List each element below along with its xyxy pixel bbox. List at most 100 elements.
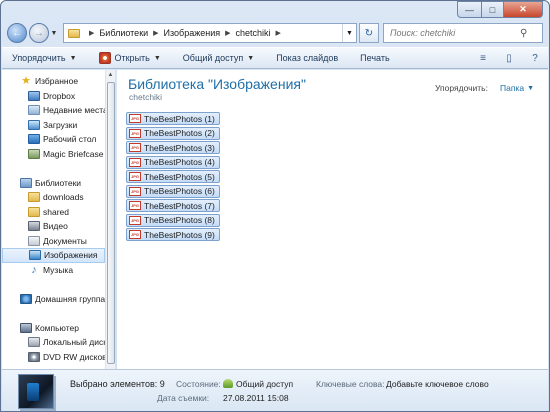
file-name: TheBestPhotos (4) [144, 157, 215, 167]
forward-button[interactable]: → [29, 23, 49, 43]
star-icon: ★ [21, 75, 31, 88]
file-item[interactable]: JPG TheBestPhotos (3) [126, 141, 220, 154]
file-name: TheBestPhotos (9) [144, 229, 215, 240]
share-button[interactable]: Общий доступ ▼ [183, 53, 254, 63]
minimize-button[interactable]: — [457, 1, 481, 18]
file-name: TheBestPhotos (6) [144, 186, 215, 196]
nav-item-dropbox[interactable]: Dropbox [2, 89, 105, 104]
chevron-down-icon: ▼ [69, 54, 77, 62]
nav-item-downloads[interactable]: Загрузки [2, 118, 105, 133]
library-title: Библиотека "Изображения" [128, 76, 306, 92]
jpg-file-icon: JPG [129, 157, 141, 167]
organize-label: Упорядочить [12, 53, 66, 63]
homegroup-icon [20, 293, 32, 304]
file-list-pane: Библиотека "Изображения" chetchiki Упоря… [117, 70, 548, 369]
keywords-value[interactable]: Добавьте ключевое слово [386, 379, 489, 389]
chevron-right-icon[interactable]: ▶ [89, 29, 94, 37]
address-dropdown[interactable]: ▼ [342, 24, 356, 42]
nav-item-video[interactable]: Видео [2, 219, 105, 234]
nav-libraries[interactable]: Библиотеки [2, 176, 105, 191]
video-library-icon [28, 221, 40, 232]
command-bar: Упорядочить ▼ Открыть ▼ Общий доступ ▼ П… [2, 47, 548, 69]
arrange-value[interactable]: Папка [500, 83, 524, 93]
chevron-down-icon: ▼ [153, 54, 161, 62]
search-box[interactable]: ⚲ [383, 23, 543, 43]
caption-buttons: — □ ✕ [457, 1, 543, 18]
slideshow-button[interactable]: Показ слайдов [276, 53, 338, 63]
share-label: Общий доступ [182, 53, 244, 63]
help-icon[interactable]: ? [522, 49, 548, 67]
breadcrumb-images[interactable]: Изображения [164, 28, 221, 38]
nav-item-images[interactable]: Изображения [2, 248, 105, 263]
dvd-drive-icon [28, 351, 40, 362]
nav-favorites[interactable]: ★ Избранное [2, 74, 105, 89]
address-bar[interactable]: ▶ Библиотеки ▶ Изображения ▶ chetchiki ▶… [63, 23, 357, 43]
nav-item-dvd-drive[interactable]: DVD RW дисково [2, 350, 105, 365]
nav-item-magic-briefcase[interactable]: Magic Briefcase [2, 147, 105, 162]
file-item[interactable]: JPG TheBestPhotos (1) [126, 112, 220, 125]
nav-scrollbar[interactable]: ▲ [105, 70, 115, 369]
search-input[interactable] [390, 28, 520, 38]
back-button[interactable]: ← [7, 23, 27, 43]
folder-icon [28, 206, 40, 217]
file-item[interactable]: JPG TheBestPhotos (7) [126, 199, 220, 212]
chevron-down-icon[interactable]: ▼ [527, 85, 534, 92]
nav-item-lib-shared[interactable]: shared [2, 205, 105, 220]
arrange-by: Упорядочить: Папка ▼ [435, 83, 534, 93]
open-label: Открыть [114, 53, 150, 63]
date-label: Дата съемки: [157, 393, 210, 403]
file-item[interactable]: JPG TheBestPhotos (4) [126, 155, 220, 169]
nav-computer[interactable]: Компьютер [2, 321, 105, 336]
chevron-right-icon[interactable]: ▶ [225, 29, 230, 37]
jpg-file-icon: JPG [129, 215, 141, 225]
close-button[interactable]: ✕ [503, 1, 543, 18]
date-value[interactable]: 27.08.2011 15:08 [223, 393, 289, 403]
breadcrumb-chetchiki[interactable]: chetchiki [236, 28, 271, 38]
nav-item-music[interactable]: ♪ Музыка [2, 263, 105, 278]
refresh-button[interactable]: ↻ [359, 23, 379, 43]
navigation-pane: ★ Избранное Dropbox Недавние места Загруз… [2, 70, 116, 369]
keywords-label: Ключевые слова: [316, 379, 385, 389]
arrange-label: Упорядочить: [435, 83, 488, 93]
search-icon[interactable]: ⚲ [520, 28, 527, 39]
dropbox-icon [28, 90, 40, 101]
folder-icon [28, 192, 40, 203]
nav-item-lib-downloads[interactable]: downloads [2, 190, 105, 205]
computer-icon [20, 322, 32, 333]
jpg-file-icon: JPG [129, 172, 141, 181]
print-button[interactable]: Печать [360, 53, 389, 63]
nav-item-local-disk[interactable]: Локальный диск [2, 335, 105, 350]
file-list: JPG TheBestPhotos (1) JPG TheBestPhotos (2… [126, 112, 220, 243]
libraries-icon [20, 177, 32, 188]
chevron-right-icon[interactable]: ▶ [153, 29, 158, 37]
file-name: TheBestPhotos (8) [144, 215, 215, 225]
chevron-right-icon[interactable]: ▶ [276, 29, 281, 37]
view-options-icon[interactable]: ≡ [470, 49, 496, 67]
scroll-thumb[interactable] [107, 82, 115, 364]
breadcrumb-libraries[interactable]: Библиотеки [99, 28, 148, 38]
file-item[interactable]: JPG TheBestPhotos (5) [126, 170, 220, 183]
nav-homegroup[interactable]: Домашняя группа [2, 292, 105, 307]
recent-pages-dropdown[interactable]: ▼ [49, 30, 59, 37]
scroll-up-icon[interactable]: ▲ [106, 70, 115, 80]
nav-item-documents[interactable]: Документы [2, 234, 105, 249]
maximize-button[interactable]: □ [481, 1, 503, 18]
file-item[interactable]: JPG TheBestPhotos (8) [126, 213, 220, 227]
chevron-down-icon: ▼ [247, 54, 255, 62]
open-button[interactable]: Открыть ▼ [98, 52, 161, 64]
jpg-file-icon: JPG [129, 143, 141, 152]
breadcrumb: ▶ Библиотеки ▶ Изображения ▶ chetchiki ▶ [84, 28, 286, 38]
preview-pane-icon[interactable]: ▯ [496, 49, 522, 67]
file-item[interactable]: JPG TheBestPhotos (6) [126, 184, 220, 198]
jpg-file-icon: JPG [129, 128, 141, 138]
nav-item-desktop[interactable]: Рабочий стол [2, 132, 105, 147]
file-name: TheBestPhotos (5) [144, 171, 215, 182]
file-item[interactable]: JPG TheBestPhotos (9) [126, 228, 220, 241]
organize-button[interactable]: Упорядочить ▼ [12, 53, 77, 63]
share-users-icon [223, 379, 233, 388]
hard-disk-icon [28, 337, 40, 348]
jpg-file-icon: JPG [129, 186, 141, 196]
state-value[interactable]: Общий доступ [223, 379, 293, 389]
nav-item-recent-places[interactable]: Недавние места [2, 103, 105, 118]
file-item[interactable]: JPG TheBestPhotos (2) [126, 126, 220, 140]
